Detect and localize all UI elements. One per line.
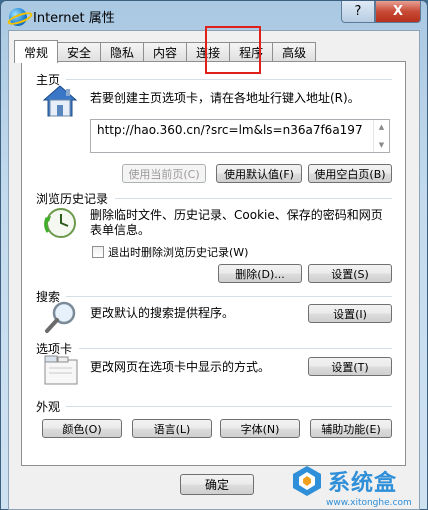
homepage-url-value: http://hao.360.cn/?src=lm&ls=n36a7f6a197 xyxy=(97,123,363,137)
connections-tab-highlight xyxy=(205,26,261,74)
use-current-button[interactable]: 使用当前页(C) xyxy=(122,164,206,183)
tab-privacy[interactable]: 隐私 xyxy=(100,42,145,62)
scroll-up-icon[interactable]: ▲ xyxy=(379,123,384,131)
site-watermark: 系统盒 www.xitonghe.com xyxy=(290,452,428,510)
fonts-button[interactable]: 字体(N) xyxy=(220,419,300,438)
close-button[interactable]: X xyxy=(375,1,421,23)
tab-advanced[interactable]: 高级 xyxy=(272,42,317,62)
internet-explorer-icon xyxy=(9,7,27,26)
history-description: 删除临时文件、历史记录、Cookie、保存的密码和网页 表单信息。 xyxy=(90,208,383,238)
tabs-settings-button[interactable]: 设置(T) xyxy=(308,357,392,376)
url-scrollbar[interactable]: ▲ ▼ xyxy=(373,120,389,152)
delete-history-button[interactable]: 删除(D)... xyxy=(218,264,302,283)
homepage-url-field[interactable]: http://hao.360.cn/?src=lm&ls=n36a7f6a197… xyxy=(90,119,390,153)
homepage-description: 若要创建主页选项卡，请在各地址行键入地址(R)。 xyxy=(90,91,360,105)
history-description-line2: 表单信息。 xyxy=(90,223,151,237)
magnifier-icon xyxy=(45,301,76,333)
delete-on-exit-checkbox[interactable] xyxy=(92,246,104,258)
history-description-line1: 删除临时文件、历史记录、Cookie、保存的密码和网页 xyxy=(90,208,383,222)
colors-button[interactable]: 颜色(O) xyxy=(42,419,122,438)
history-clock-icon xyxy=(44,208,76,238)
search-settings-button[interactable]: 设置(I) xyxy=(308,304,392,323)
tabs-divider xyxy=(79,348,392,349)
tabs-window-icon xyxy=(44,355,78,385)
languages-button[interactable]: 语言(L) xyxy=(132,419,212,438)
caption-buttons: ? X xyxy=(341,1,421,23)
delete-on-exit-label: 退出时删除浏览历史记录(W) xyxy=(108,246,249,259)
watermark-url: www.xitonghe.com xyxy=(326,498,412,508)
use-default-button[interactable]: 使用默认值(F) xyxy=(216,164,302,183)
appearance-heading: 外观 xyxy=(36,400,61,414)
use-blank-button[interactable]: 使用空白页(B) xyxy=(308,164,392,183)
accessibility-button[interactable]: 辅助功能(E) xyxy=(310,419,392,438)
house-icon xyxy=(42,85,78,117)
watermark-text: 系统盒 xyxy=(328,471,398,496)
window-title: Internet 属性 xyxy=(33,11,115,26)
history-divider xyxy=(115,198,392,199)
tabs-description: 更改网页在选项卡中显示的方式。 xyxy=(90,360,271,374)
delete-on-exit-option[interactable]: 退出时删除浏览历史记录(W) xyxy=(92,244,248,260)
search-divider xyxy=(66,296,392,297)
homepage-divider xyxy=(66,79,392,80)
tab-strip: 常规 安全 隐私 内容 连接 程序 高级 xyxy=(14,40,317,63)
watermark-logo-icon xyxy=(293,466,321,496)
ok-button[interactable]: 确定 xyxy=(180,474,254,495)
title-bar: Internet 属性 xyxy=(9,7,115,26)
help-button[interactable]: ? xyxy=(341,1,375,23)
scroll-down-icon[interactable]: ▼ xyxy=(379,141,384,149)
history-heading: 浏览历史记录 xyxy=(36,192,109,206)
tab-content[interactable]: 内容 xyxy=(143,42,188,62)
tab-general[interactable]: 常规 xyxy=(14,40,59,63)
search-description: 更改默认的搜索提供程序。 xyxy=(90,306,235,320)
appearance-divider xyxy=(66,406,392,407)
tab-security[interactable]: 安全 xyxy=(57,42,102,62)
history-settings-button[interactable]: 设置(S) xyxy=(308,264,392,283)
